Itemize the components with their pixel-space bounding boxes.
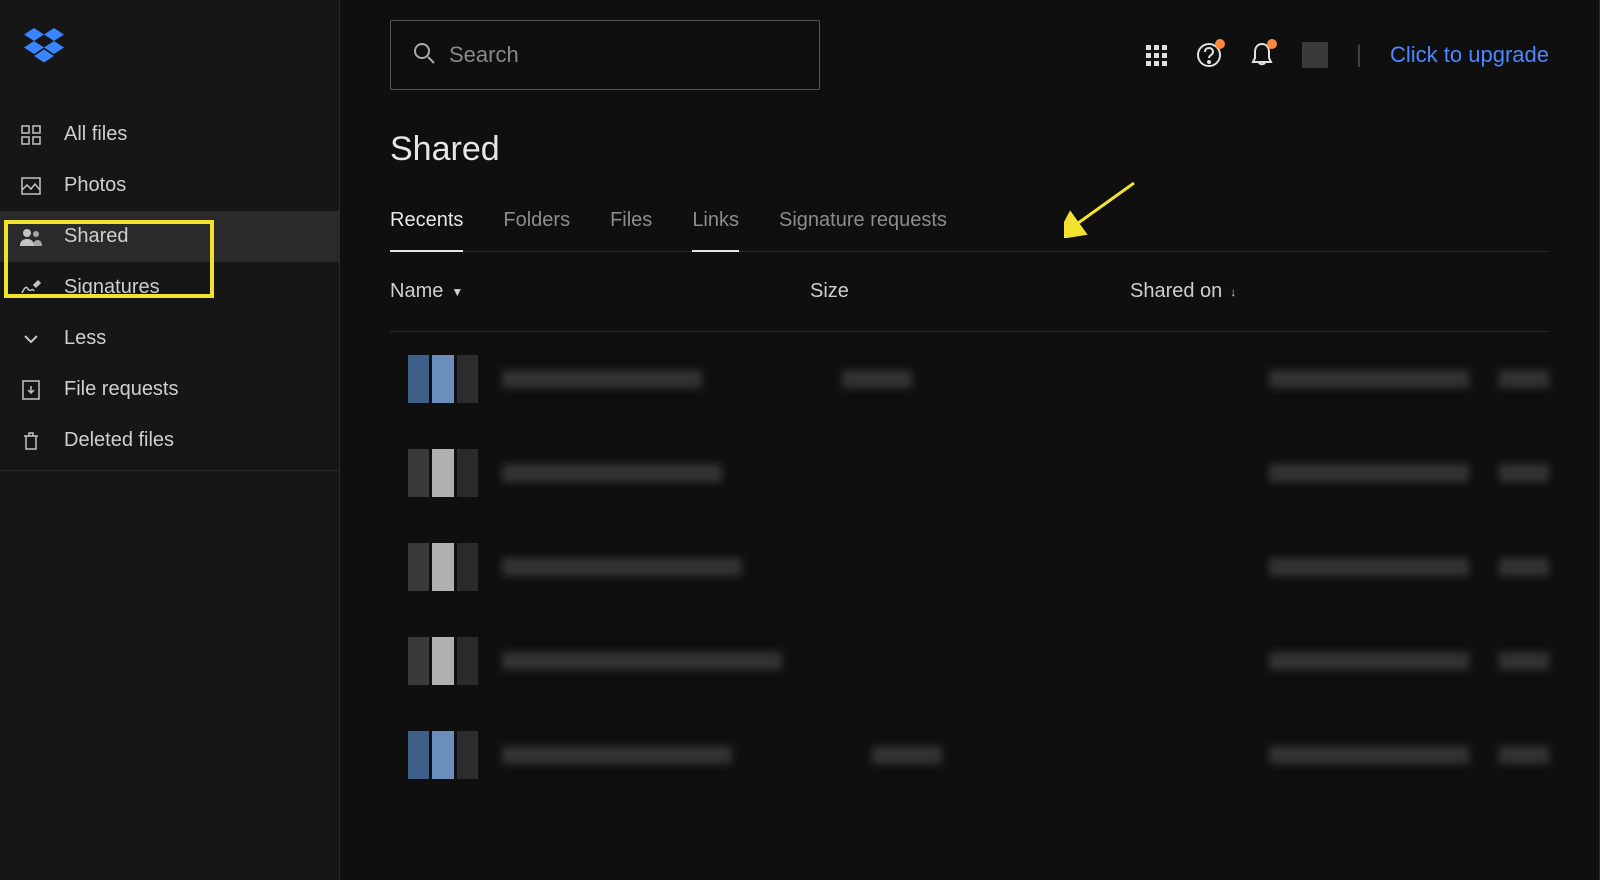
sidebar-item-file-requests[interactable]: File requests — [0, 364, 339, 415]
search-input[interactable] — [449, 42, 797, 68]
column-header-name[interactable]: Name ▼ — [390, 280, 810, 303]
tab-files[interactable]: Files — [610, 199, 652, 251]
apps-grid-icon[interactable] — [1144, 43, 1168, 67]
tab-links[interactable]: Links — [692, 199, 739, 252]
signature-icon — [20, 277, 42, 299]
grid-icon — [20, 124, 42, 146]
sidebar-item-less[interactable]: Less — [0, 313, 339, 364]
redacted-cell — [1499, 370, 1549, 388]
table-header: Name ▼ Size Shared on ↓ — [390, 252, 1549, 332]
redacted-name — [502, 370, 702, 388]
redacted-date — [1269, 746, 1469, 764]
notification-dot — [1215, 39, 1225, 49]
notification-dot — [1267, 39, 1277, 49]
redacted-name — [502, 652, 782, 670]
page-title: Shared — [390, 130, 1549, 169]
redacted-cell — [1499, 652, 1549, 670]
table-row[interactable] — [390, 530, 1549, 604]
sort-arrow-icon: ↓ — [1230, 285, 1236, 299]
redacted-cell — [1499, 746, 1549, 764]
column-header-size[interactable]: Size — [810, 280, 1130, 303]
sidebar-item-shared[interactable]: Shared — [0, 211, 339, 262]
file-thumbnail — [408, 731, 478, 779]
tabs: Recents Folders Files Links Signature re… — [390, 199, 1549, 252]
table-row[interactable] — [390, 342, 1549, 416]
sidebar-item-label: Shared — [64, 225, 129, 248]
redacted-size — [842, 370, 912, 388]
dropbox-logo[interactable] — [0, 28, 339, 69]
redacted-name — [502, 746, 732, 764]
file-thumbnail — [408, 543, 478, 591]
redacted-date — [1269, 652, 1469, 670]
table-row[interactable] — [390, 436, 1549, 510]
file-thumbnail — [408, 449, 478, 497]
trash-icon — [20, 430, 42, 452]
chevron-down-icon — [20, 328, 42, 350]
bell-icon[interactable] — [1250, 42, 1274, 68]
sidebar-item-label: File requests — [64, 378, 179, 401]
file-download-icon — [20, 379, 42, 401]
sidebar-item-label: Photos — [64, 174, 126, 197]
sidebar-item-signatures[interactable]: Signatures — [0, 262, 339, 313]
redacted-size — [872, 746, 942, 764]
image-icon — [20, 175, 42, 197]
app-root: All files Photos Shared Signatures Less — [0, 0, 1600, 880]
top-bar: | Click to upgrade — [390, 20, 1549, 90]
help-icon[interactable] — [1196, 42, 1222, 68]
redacted-date — [1269, 558, 1469, 576]
sidebar-item-label: All files — [64, 123, 127, 146]
main-content: | Click to upgrade Shared Recents Folder… — [340, 0, 1600, 880]
divider-pipe: | — [1356, 41, 1362, 69]
tab-folders[interactable]: Folders — [503, 199, 570, 251]
sidebar-divider — [0, 470, 339, 471]
sidebar-item-label: Less — [64, 327, 106, 350]
search-icon — [413, 42, 435, 69]
redacted-date — [1269, 370, 1469, 388]
sort-caret-icon: ▼ — [451, 285, 463, 299]
redacted-cell — [1499, 558, 1549, 576]
redacted-date — [1269, 464, 1469, 482]
upgrade-link[interactable]: Click to upgrade — [1390, 42, 1549, 68]
table-rows — [390, 332, 1549, 802]
tab-signature-requests[interactable]: Signature requests — [779, 199, 947, 251]
redacted-cell — [1499, 464, 1549, 482]
sidebar-item-deleted-files[interactable]: Deleted files — [0, 415, 339, 466]
table-row[interactable] — [390, 624, 1549, 698]
redacted-name — [502, 558, 742, 576]
search-box[interactable] — [390, 20, 820, 90]
sidebar-item-label: Deleted files — [64, 429, 174, 452]
people-icon — [20, 226, 42, 248]
sidebar-item-all-files[interactable]: All files — [0, 109, 339, 160]
file-thumbnail — [408, 355, 478, 403]
tab-recents[interactable]: Recents — [390, 199, 463, 252]
table-row[interactable] — [390, 718, 1549, 792]
file-thumbnail — [408, 637, 478, 685]
sidebar-item-label: Signatures — [64, 276, 160, 299]
sidebar: All files Photos Shared Signatures Less — [0, 0, 340, 880]
redacted-name — [502, 464, 722, 482]
avatar[interactable] — [1302, 42, 1328, 68]
column-header-shared-on[interactable]: Shared on ↓ — [1130, 280, 1549, 303]
sidebar-item-photos[interactable]: Photos — [0, 160, 339, 211]
top-icons: | Click to upgrade — [1144, 41, 1549, 69]
